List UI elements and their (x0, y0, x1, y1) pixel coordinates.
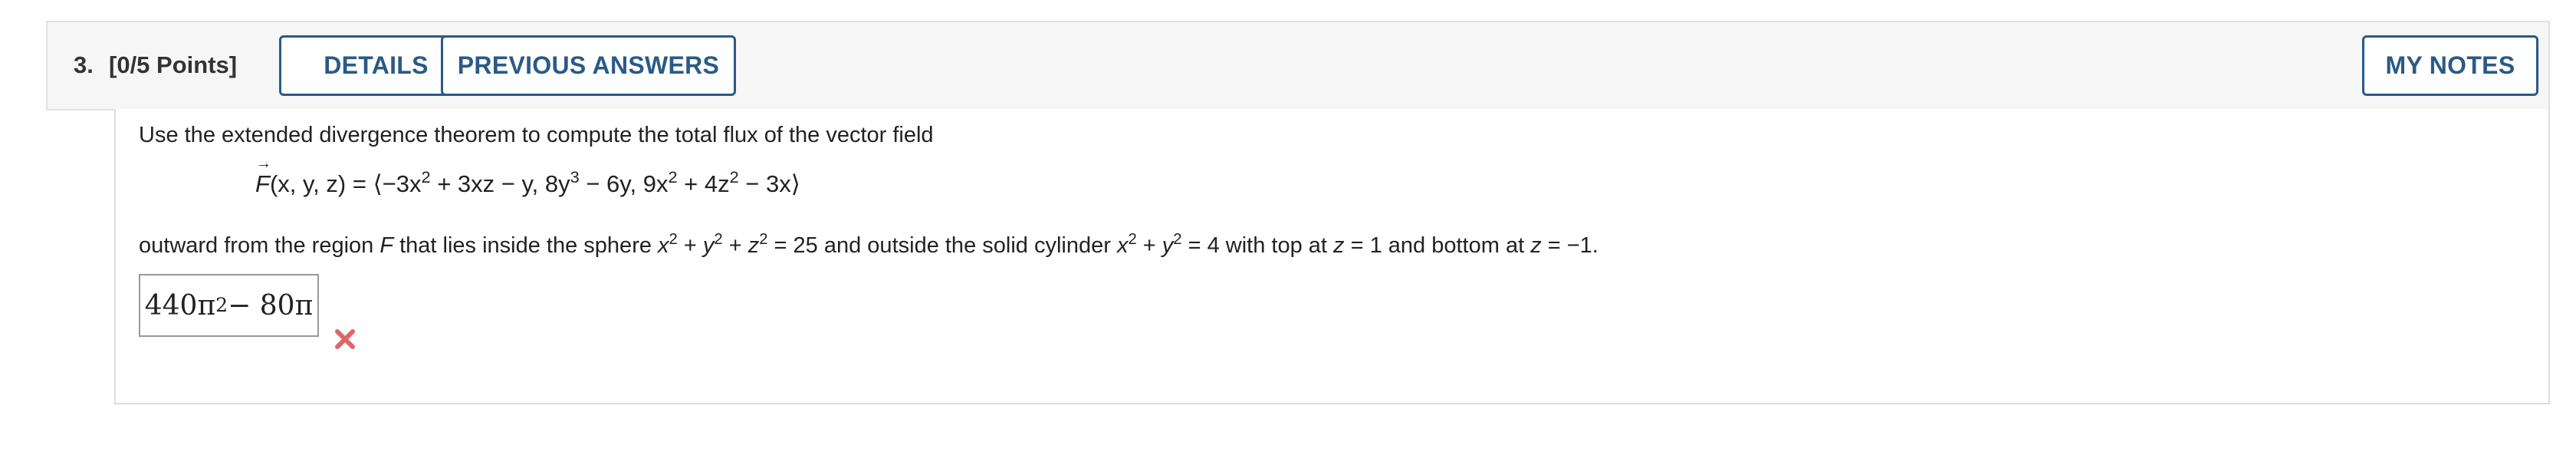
question-points: [0/5 Points] (109, 51, 238, 78)
problem-intro: Use the extended divergence theorem to c… (139, 123, 934, 147)
question-header: 3. [0/5 Points] DETAILS PREVIOUS ANSWERS… (46, 21, 2550, 111)
vector-arrow-icon: → (256, 155, 271, 172)
details-button-label: DETAILS (324, 51, 429, 79)
x-mark-icon (335, 329, 355, 349)
region-description: outward from the region F that lies insi… (139, 230, 1598, 258)
my-notes-button-label: MY NOTES (2385, 51, 2515, 79)
vector-f: → F (255, 155, 271, 197)
previous-answers-button-label: PREVIOUS ANSWERS (457, 51, 720, 79)
question-number: 3. (74, 51, 94, 78)
vector-field-formula: → F(x, y, z) = ⟨−3x2 + 3xz − y, 8y3 − 6y,… (255, 155, 800, 197)
answer-field[interactable]: 440π 2 − 80π (139, 274, 319, 337)
my-notes-button[interactable]: MY NOTES (2362, 35, 2538, 96)
previous-answers-button[interactable]: PREVIOUS ANSWERS (441, 35, 736, 96)
